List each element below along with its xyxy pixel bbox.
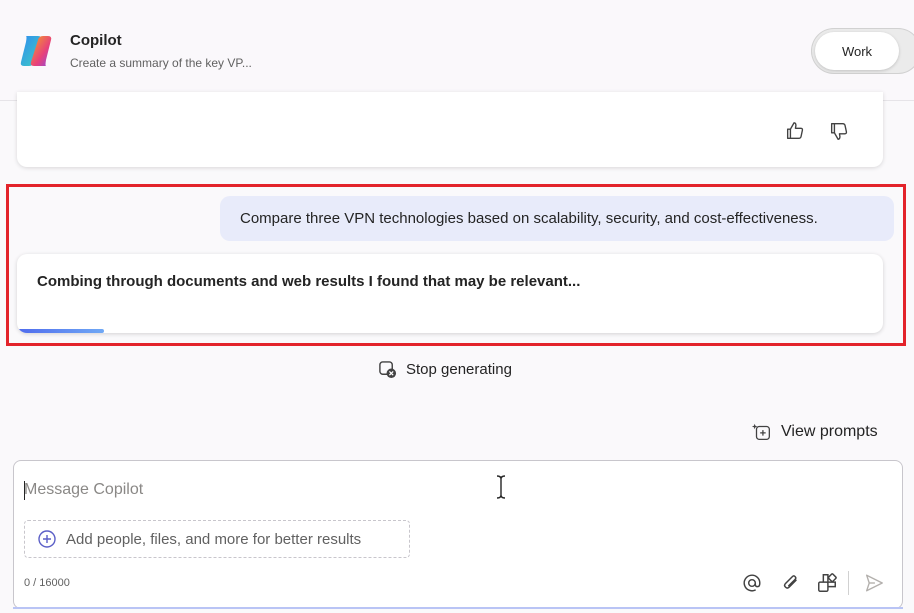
- response-status-text: Combing through documents and web result…: [37, 273, 581, 290]
- work-web-toggle[interactable]: Work: [811, 28, 914, 74]
- apps-button[interactable]: [815, 571, 839, 595]
- previous-response-card: [17, 92, 883, 167]
- stop-icon: [379, 360, 397, 378]
- mention-button[interactable]: [740, 571, 764, 595]
- send-icon: [865, 574, 883, 592]
- view-prompts-label: View prompts: [781, 423, 878, 440]
- thumbs-up-button[interactable]: [782, 118, 808, 144]
- add-people-files-button[interactable]: Add people, files, and more for better r…: [24, 520, 410, 558]
- copilot-logo: [20, 36, 52, 66]
- apps-icon: [818, 573, 837, 592]
- conversation-subtitle: Create a summary of the key VP...: [70, 56, 252, 70]
- generation-progress-bar: [17, 329, 883, 333]
- app-title: Copilot: [70, 32, 122, 49]
- thumbs-down-button[interactable]: [826, 118, 852, 144]
- paperclip-icon: [783, 575, 797, 589]
- toolbar-divider: [848, 571, 849, 595]
- stop-generating-button[interactable]: Stop generating: [378, 358, 512, 380]
- add-people-label: Add people, files, and more for better r…: [66, 530, 362, 548]
- character-count: 0 / 16000: [24, 577, 70, 589]
- thumbs-up-icon: [786, 122, 804, 140]
- user-message-bubble: Compare three VPN technologies based on …: [220, 196, 894, 241]
- composer-focus-line: [13, 607, 903, 609]
- message-composer: Add people, files, and more for better r…: [13, 460, 903, 609]
- prompts-icon: [751, 423, 770, 440]
- send-button[interactable]: [862, 571, 886, 595]
- view-prompts-button[interactable]: View prompts: [751, 420, 878, 444]
- thumbs-down-icon: [830, 122, 848, 140]
- text-cursor-ibeam: [496, 475, 506, 499]
- message-input[interactable]: [24, 478, 784, 502]
- app-header: Copilot Create a summary of the key VP..…: [0, 0, 914, 101]
- attach-button[interactable]: [779, 571, 803, 595]
- generation-progress-fill: [17, 329, 104, 333]
- work-toggle-option[interactable]: Work: [815, 32, 899, 70]
- plus-circle-icon: [38, 530, 56, 548]
- copilot-response-card: Combing through documents and web result…: [17, 254, 883, 333]
- stop-generating-label: Stop generating: [406, 360, 512, 378]
- user-message-text: Compare three VPN technologies based on …: [240, 210, 818, 227]
- at-icon: [743, 574, 761, 592]
